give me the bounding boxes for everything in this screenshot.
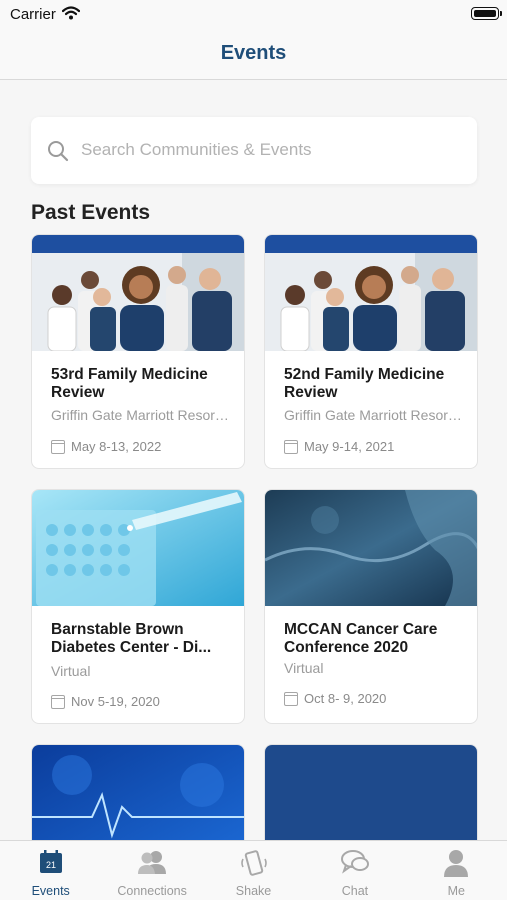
event-venue: Griffin Gate Marriott Resort ... [284, 407, 465, 423]
tab-label: Shake [235, 884, 272, 898]
calendar-icon: 21 [38, 849, 64, 880]
search-input[interactable]: Search Communities & Events [31, 117, 477, 184]
event-date: May 8-13, 2022 [71, 439, 162, 454]
tab-bar: 21 Events Connections Shake Chat Me [0, 840, 507, 900]
tab-shake[interactable]: Shake [203, 841, 304, 900]
event-card[interactable]: 53rd Family Medicine Review Griffin Gate… [31, 234, 245, 469]
event-name: 52nd Family Medicine Review [284, 366, 445, 401]
tab-label: Chat [341, 884, 369, 898]
tab-label: Events [31, 884, 70, 898]
event-image-heartbeat [32, 745, 244, 840]
calendar-icon [51, 694, 65, 709]
wifi-icon [61, 6, 81, 25]
page-title: Events [220, 42, 287, 64]
event-name: 53rd Family Medicine Review [51, 366, 208, 401]
battery-icon [471, 7, 502, 20]
navigation-bar: Events [0, 30, 507, 80]
search-placeholder: Search Communities & Events [81, 140, 312, 159]
event-venue: Virtual [284, 660, 324, 676]
tab-me[interactable]: Me [406, 841, 507, 900]
tab-chat[interactable]: Chat [304, 841, 405, 900]
events-content[interactable]: Search Communities & Events Past Events [0, 81, 507, 840]
search-icon [47, 140, 69, 167]
shake-phone-icon [240, 849, 268, 882]
event-date: May 9-14, 2021 [304, 439, 395, 454]
chat-icon [340, 849, 370, 880]
status-bar: Carrier [0, 0, 507, 30]
people-icon [137, 849, 167, 880]
event-date: Oct 8- 9, 2020 [304, 691, 387, 706]
event-image-doctors [32, 235, 244, 351]
tab-label: Me [447, 884, 466, 898]
event-card[interactable]: MCCAN Cancer Care Conference 2020 Virtua… [264, 489, 478, 724]
calendar-icon [284, 439, 298, 454]
tab-label: Connections [117, 884, 187, 898]
event-date-row: May 8-13, 2022 [51, 439, 161, 454]
tab-events[interactable]: 21 Events [0, 841, 101, 900]
event-card[interactable]: 52nd Family Medicine Review Griffin Gate… [264, 234, 478, 469]
calendar-icon [284, 691, 298, 706]
calendar-badge: 21 [46, 860, 56, 870]
person-icon [443, 849, 469, 882]
event-card[interactable] [264, 744, 478, 840]
event-date-row: Oct 8- 9, 2020 [284, 691, 386, 706]
event-name: Barnstable Brown Diabetes Center - Di... [51, 621, 212, 656]
event-date-row: Nov 5-19, 2020 [51, 694, 160, 709]
event-image-solid-blue [265, 745, 477, 840]
tab-connections[interactable]: Connections [101, 841, 202, 900]
event-name: MCCAN Cancer Care Conference 2020 [284, 621, 438, 656]
event-image-blue-texture [265, 490, 477, 606]
event-card[interactable] [31, 744, 245, 840]
event-image-lab-pipette [32, 490, 244, 606]
carrier-label: Carrier [10, 6, 56, 23]
section-title-past-events: Past Events [31, 201, 151, 224]
event-venue: Griffin Gate Marriott Resort ... [51, 407, 232, 423]
event-card[interactable]: Barnstable Brown Diabetes Center - Di...… [31, 489, 245, 724]
calendar-icon [51, 439, 65, 454]
event-date-row: May 9-14, 2021 [284, 439, 394, 454]
event-image-doctors [265, 235, 477, 351]
event-venue: Virtual [51, 663, 91, 679]
event-date: Nov 5-19, 2020 [71, 694, 160, 709]
